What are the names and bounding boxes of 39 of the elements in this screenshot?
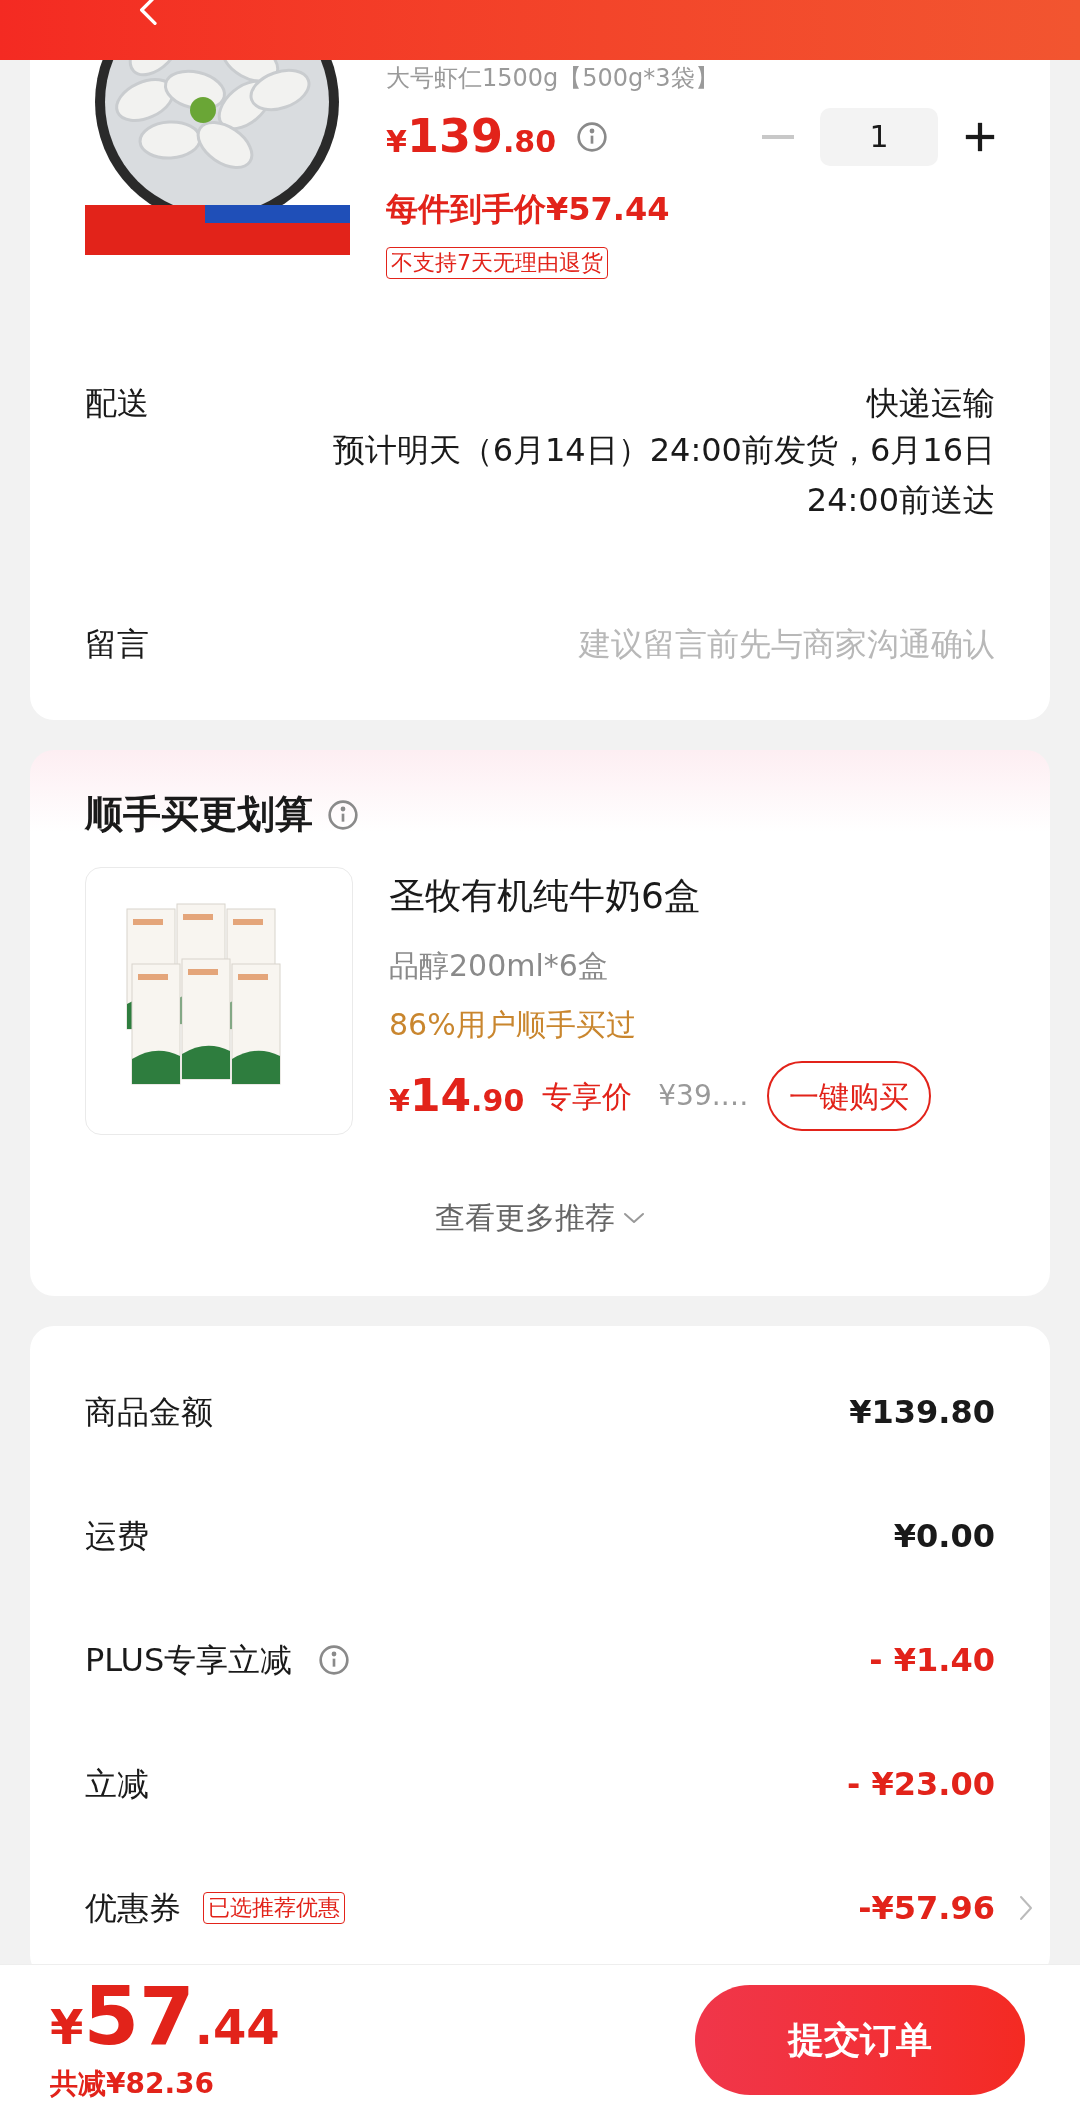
delivery-label: 配送 [85,383,149,424]
unit-price: 每件到手价¥57.44 [386,189,671,230]
popularity-text: 86%用户顺手买过 [389,1006,637,1044]
summary-label: PLUS专享立减 [85,1640,293,1681]
price-label: 专享价 [542,1077,633,1116]
info-icon[interactable] [576,120,609,153]
total-savings: 共减¥82.36 [50,2065,216,2102]
info-icon[interactable] [327,798,359,831]
total-price: ¥57.44 [50,1974,280,2063]
more-link[interactable]: 查看更多推荐 [435,1195,645,1240]
chevron-icon [1019,1895,1033,1921]
summary-label: 优惠券 [85,1888,181,1929]
product-name[interactable]: 圣牧有机纯牛奶6盒 [389,869,995,923]
product-price: ¥14.90 [389,1069,525,1123]
summary-value: - ¥1.40 [869,1640,995,1681]
delivery-estimate: 预计明天（6月14日）24:00前发货，6月16日24:00前送达 [331,430,995,521]
message-field[interactable]: 建议留言前先与商家沟通确认 [395,620,995,668]
product-spec: 品醇200ml*6盒 [389,947,609,985]
message-label: 留言 [85,624,149,665]
info-icon[interactable] [318,1644,351,1676]
summary-label: 运费 [85,1516,149,1557]
product-spec: 大号虾仁1500g【500g*3袋】 [386,64,720,92]
summary-label: 立减 [85,1764,149,1805]
submit-order-button[interactable]: 提交订单 [695,1984,1025,2095]
product-price: ¥139.80 [386,108,557,165]
section-title: 顺手买更划算 [85,791,313,838]
coupon-tag: 已选推荐优惠 [203,1892,345,1924]
summary-value: ¥0.00 [893,1516,995,1557]
return-policy-tag: 不支持7天无理由退货 [386,247,608,279]
chevron-icon [623,1211,645,1224]
quantity-field[interactable]: 1 [820,107,938,166]
summary-value: ¥139.80 [849,1392,995,1433]
delivery-method: 快递运输 [867,383,995,424]
summary-value: -¥57.96 [858,1888,995,1929]
buy-button[interactable]: 一键购买 [766,1061,931,1131]
summary-label: 商品金额 [85,1392,213,1433]
summary-value: - ¥23.00 [847,1764,995,1805]
minus-icon [762,134,794,139]
original-price: ¥39.… [658,1078,749,1114]
